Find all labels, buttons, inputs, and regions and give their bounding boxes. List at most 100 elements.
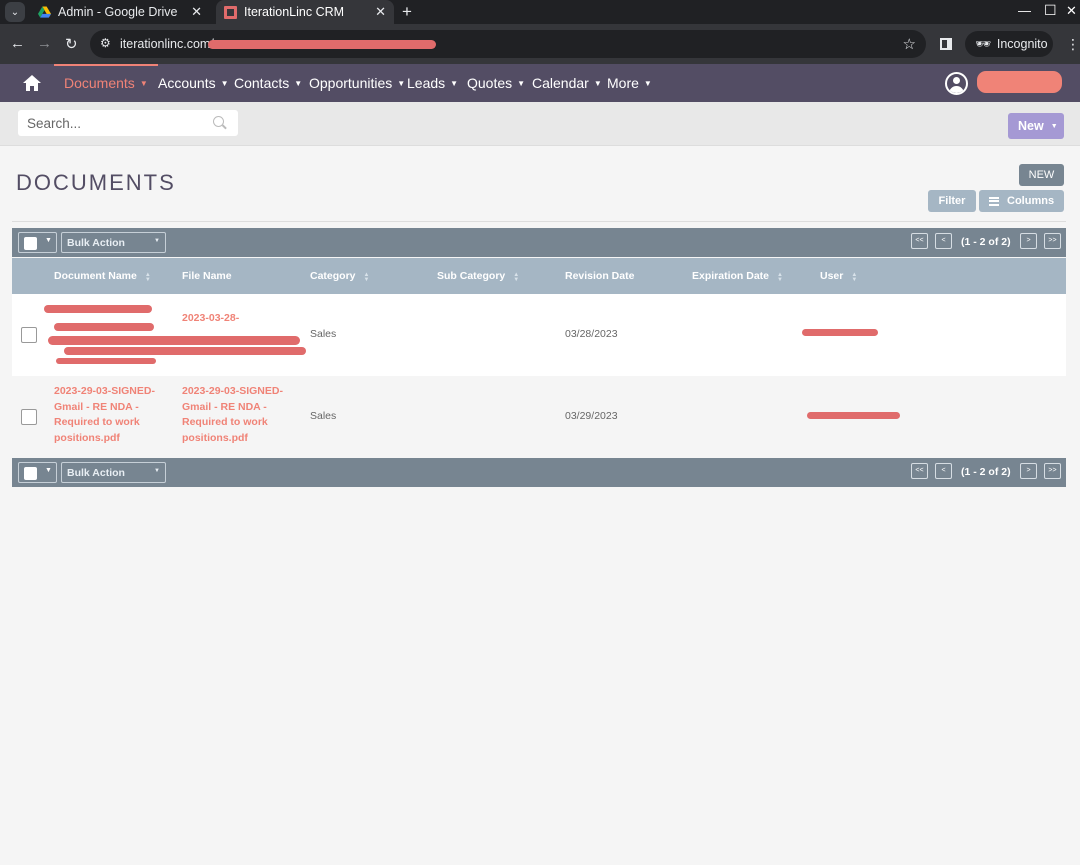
global-search-input[interactable]	[18, 110, 238, 136]
col-label: Document Name	[54, 270, 137, 282]
row-checkbox[interactable]	[21, 409, 37, 425]
search-strip: New ▼	[0, 102, 1080, 146]
redacted-text	[54, 323, 154, 331]
redacted-url	[208, 40, 436, 49]
redacted-user-name[interactable]	[977, 71, 1062, 93]
col-document-name[interactable]: Document Name ▲ ▼	[54, 270, 151, 283]
columns-button[interactable]: Columns	[979, 190, 1064, 212]
col-label: Expiration Date	[692, 270, 770, 282]
close-window-icon[interactable]: ✕	[1066, 3, 1077, 19]
col-label: User	[820, 270, 844, 282]
nav-leads-label: Leads	[407, 75, 446, 91]
search-icon[interactable]	[213, 116, 224, 127]
google-drive-icon	[38, 5, 51, 18]
caret-down-icon: ▼	[397, 79, 406, 88]
close-tab-icon[interactable]: ✕	[191, 4, 202, 20]
filter-button[interactable]: Filter	[928, 190, 976, 212]
file-name-link[interactable]: 2023-29-03-SIGNED-Gmail - RE NDA - Requi…	[182, 384, 297, 446]
back-icon[interactable]: ←	[10, 35, 25, 52]
col-file-name: File Name	[182, 270, 232, 282]
divider	[12, 221, 1066, 222]
last-page-button[interactable]: >>	[1044, 233, 1061, 249]
browser-menu-icon[interactable]: ⋮	[1066, 36, 1080, 53]
tab-title: Admin - Google Drive	[58, 5, 178, 19]
caret-down-icon: ▼	[45, 237, 52, 244]
site-info-icon[interactable]: ⚙	[100, 36, 111, 50]
home-icon[interactable]	[22, 73, 42, 93]
caret-down-icon: ▼	[450, 79, 459, 88]
forward-icon[interactable]: →	[37, 35, 52, 52]
redacted-text	[64, 347, 306, 355]
select-all-checkbox[interactable]: ▼	[18, 462, 57, 483]
revision-date-cell: 03/29/2023	[565, 410, 618, 422]
sort-icon: ▲ ▼	[513, 272, 520, 283]
nav-calendar[interactable]: Calendar ▼	[532, 64, 602, 102]
bulk-action-label: Bulk Action	[67, 237, 125, 249]
side-panel-icon[interactable]	[940, 38, 952, 50]
bulk-action-dropdown[interactable]: Bulk Action ▼	[61, 232, 166, 253]
close-tab-icon[interactable]: ✕	[375, 4, 386, 20]
nav-calendar-label: Calendar	[532, 75, 589, 91]
nav-opportunities-label: Opportunities	[309, 75, 393, 91]
nav-quotes-label: Quotes	[467, 75, 513, 91]
col-category[interactable]: Category ▲ ▼	[310, 270, 369, 283]
nav-more[interactable]: More ▼	[607, 64, 652, 102]
prev-page-button[interactable]: <	[935, 463, 952, 479]
redacted-user	[807, 412, 900, 419]
checkbox-box	[24, 237, 37, 250]
caret-down-icon: ▼	[220, 79, 229, 88]
minimize-icon[interactable]: —	[1018, 3, 1031, 18]
select-all-checkbox[interactable]: ▼	[18, 232, 57, 253]
caret-down-icon: ▼	[139, 79, 148, 88]
next-page-button[interactable]: >	[1020, 233, 1037, 249]
col-label: File Name	[182, 270, 232, 282]
col-revision-date: Revision Date	[565, 270, 634, 282]
create-new-button[interactable]: New ▼	[1008, 113, 1064, 139]
incognito-badge[interactable]: 🕶 Incognito	[965, 31, 1053, 57]
nav-quotes[interactable]: Quotes ▼	[467, 64, 525, 102]
tab-search-chevron-icon[interactable]: ⌄	[5, 2, 25, 22]
nav-accounts[interactable]: Accounts ▼	[158, 64, 229, 102]
browser-address-bar: ← → ↻ ⚙ iterationlinc.com/ ☆ 🕶 Incognito…	[0, 24, 1080, 64]
category-cell: Sales	[310, 410, 337, 422]
document-name-link[interactable]: 2023-29-03-SIGNED-Gmail - RE NDA - Requi…	[54, 384, 169, 446]
sort-icon: ▲ ▼	[777, 272, 783, 283]
bulk-action-dropdown[interactable]: Bulk Action ▼	[61, 462, 166, 483]
revision-date-cell: 03/28/2023	[565, 328, 618, 340]
maximize-icon[interactable]: ☐	[1044, 2, 1057, 19]
next-page-button[interactable]: >	[1020, 463, 1037, 479]
browser-tab-crm[interactable]: IterationLinc CRM ✕	[216, 0, 394, 24]
nav-leads[interactable]: Leads ▼	[407, 64, 458, 102]
bulk-action-label: Bulk Action	[67, 467, 125, 479]
col-user[interactable]: User ▲ ▼	[820, 270, 857, 283]
nav-accounts-label: Accounts	[158, 75, 216, 91]
col-expiration-date[interactable]: Expiration Date ▲ ▼	[692, 270, 783, 283]
new-tab-icon[interactable]: +	[402, 2, 412, 22]
url-text: iterationlinc.com/	[120, 37, 214, 51]
new-document-button[interactable]: NEW	[1019, 164, 1064, 186]
file-name-link[interactable]: 2023-03-28-	[182, 311, 297, 327]
browser-tab-google-drive[interactable]: Admin - Google Drive ✕	[30, 0, 210, 24]
nav-contacts[interactable]: Contacts ▼	[234, 64, 302, 102]
prev-page-button[interactable]: <	[935, 233, 952, 249]
reload-icon[interactable]: ↻	[65, 35, 78, 53]
user-avatar-icon[interactable]	[945, 72, 968, 95]
nav-contacts-label: Contacts	[234, 75, 290, 91]
url-field[interactable]: ⚙ iterationlinc.com/ ☆	[90, 30, 926, 58]
table-header: Document Name ▲ ▼ File Name Category ▲ ▼ Sub…	[12, 258, 1066, 294]
sort-icon: ▲ ▼	[363, 272, 370, 283]
last-page-button[interactable]: >>	[1044, 463, 1061, 479]
col-sub-category[interactable]: Sub Category ▲ ▼	[437, 270, 519, 283]
nav-documents[interactable]: Documents ▼	[54, 64, 158, 102]
caret-down-icon: ▼	[643, 79, 652, 88]
caret-down-icon: ▼	[154, 238, 160, 244]
redacted-user	[802, 329, 878, 336]
row-checkbox[interactable]	[21, 327, 37, 343]
bookmark-star-icon[interactable]: ☆	[903, 35, 916, 53]
checkbox-box	[24, 467, 37, 480]
nav-opportunities[interactable]: Opportunities ▼	[309, 64, 405, 102]
first-page-button[interactable]: <<	[911, 463, 928, 479]
nav-more-label: More	[607, 75, 639, 91]
caret-down-icon: ▼	[154, 468, 160, 474]
first-page-button[interactable]: <<	[911, 233, 928, 249]
